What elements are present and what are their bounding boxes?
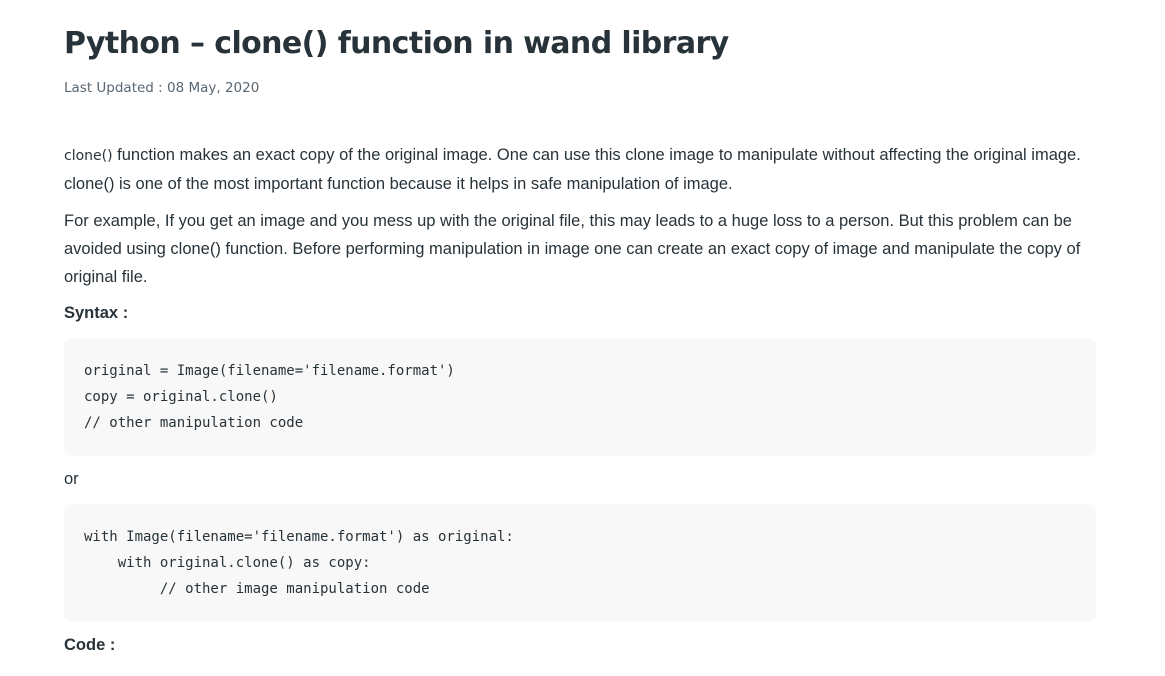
paragraph-example: For example, If you get an image and you… [64,212,1081,286]
code-line: with original.clone() as copy: [84,555,371,571]
last-updated: Last Updated : 08 May, 2020 [64,80,260,96]
code-line: original = Image(filename='filename.form… [84,363,455,379]
article-title: Python – clone() function in wand librar… [64,26,729,61]
code-line: with Image(filename='filename.format') a… [84,529,514,545]
paragraph-intro-text: function makes an exact copy of the orig… [64,146,1081,193]
code-label: Code : [64,636,116,654]
paragraph-intro: clone() function makes an exact copy of … [64,141,1096,198]
code-line: copy = original.clone() [84,389,278,405]
code-line: // other manipulation code [84,415,304,431]
code-line: // other image manipulation code [84,581,430,597]
syntax-code-block-1[interactable]: original = Image(filename='filename.form… [64,338,1096,456]
syntax-code-block-2[interactable]: with Image(filename='filename.format') a… [64,504,1096,622]
function-name: clone() [64,148,113,164]
or-text: or [64,470,79,488]
syntax-label: Syntax : [64,304,129,322]
